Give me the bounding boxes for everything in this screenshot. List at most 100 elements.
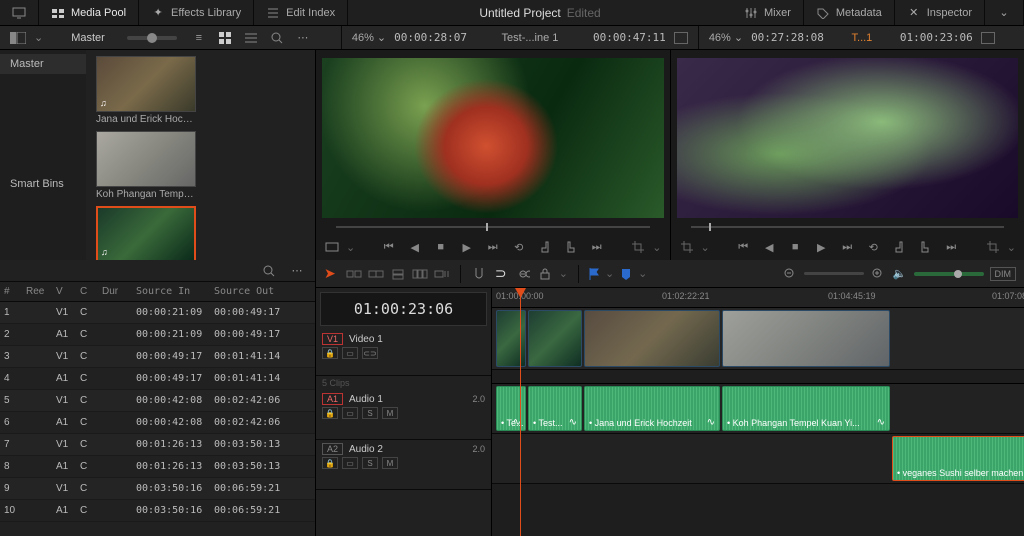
timeline-viewer-mode[interactable] [981, 32, 995, 44]
lock-button[interactable] [537, 266, 553, 282]
crop-button[interactable] [985, 239, 1001, 255]
audio-track-1[interactable]: • Te...∿ • Test...∿ • Jana und Erick Hoc… [492, 384, 1024, 434]
overwrite-edit-button[interactable] [368, 266, 384, 282]
razor-tool[interactable] [471, 266, 487, 282]
track-tag[interactable]: A1 [322, 393, 343, 405]
audio-clip[interactable]: • Jana und Erick Hochzeit∿ [584, 386, 720, 431]
list-view-button[interactable] [241, 29, 261, 47]
last-frame-button[interactable]: ⏭ [589, 239, 605, 255]
timeline-tracks[interactable]: 01:00:00:00 01:02:22:21 01:04:45:19 01:0… [492, 288, 1024, 536]
track-header-v1[interactable]: V1Video 1 🔒▭⊂⊃ [316, 330, 491, 376]
table-row[interactable]: 8A1C00:01:26:1300:03:50:13 [0, 456, 315, 478]
next-frame-button[interactable]: ⏭ [839, 239, 855, 255]
mute-button[interactable]: M [382, 407, 398, 419]
auto-select-button[interactable]: ▭ [342, 457, 358, 469]
clip-thumb[interactable]: ♫veganes Sushi selber ... [96, 206, 196, 260]
stop-button[interactable]: ■ [433, 239, 449, 255]
source-frame[interactable] [322, 58, 664, 218]
source-clip-name[interactable]: Test-...ine 1 [475, 32, 585, 44]
col-v[interactable]: V [52, 286, 76, 297]
solo-button[interactable]: S [362, 457, 378, 469]
track-tag[interactable]: A2 [322, 443, 343, 455]
more-button[interactable]: ⋯ [293, 29, 313, 47]
first-frame-button[interactable]: ⏮ [381, 239, 397, 255]
edit-index-tab[interactable]: Edit Index [254, 0, 348, 25]
crop-button[interactable] [679, 239, 695, 255]
play-button[interactable]: ▶ [459, 239, 475, 255]
video-clip[interactable] [528, 310, 582, 367]
media-pool-tab[interactable]: Media Pool [39, 0, 139, 25]
replace-edit-button[interactable] [390, 266, 406, 282]
fit-to-fill-button[interactable] [412, 266, 428, 282]
lock-icon[interactable]: 🔒 [322, 347, 338, 359]
col-num[interactable]: # [0, 286, 22, 297]
chevron-down-icon[interactable]: ⌄ [1007, 241, 1016, 254]
prev-frame-button[interactable]: ◀ [761, 239, 777, 255]
table-row[interactable]: 7V1C00:01:26:1300:03:50:13 [0, 434, 315, 456]
auto-select-button[interactable]: ▭ [342, 347, 358, 359]
table-row[interactable]: 9V1C00:03:50:1600:06:59:21 [0, 478, 315, 500]
audio-clip[interactable]: • Te...∿ [496, 386, 526, 431]
play-button[interactable]: ▶ [813, 239, 829, 255]
clip-thumb[interactable]: Koh Phangan Tempel... [96, 131, 196, 200]
bin-path[interactable]: Master [61, 30, 115, 46]
loop-button[interactable]: ⟲ [511, 239, 527, 255]
workspace-switcher[interactable] [0, 0, 39, 25]
col-reel[interactable]: Ree [22, 286, 52, 297]
mark-in-button[interactable] [891, 239, 907, 255]
first-frame-button[interactable]: ⏮ [735, 239, 751, 255]
video-clip[interactable] [496, 310, 526, 367]
lock-icon[interactable]: 🔒 [322, 457, 338, 469]
table-row[interactable]: 1V1C00:00:21:0900:00:49:17 [0, 302, 315, 324]
loop-button[interactable]: ⟲ [865, 239, 881, 255]
video-clip[interactable] [584, 310, 720, 367]
layout-toggle[interactable] [8, 29, 28, 47]
metadata-tab[interactable]: Metadata [804, 0, 895, 25]
table-row[interactable]: 4A1C00:00:49:1700:01:41:14 [0, 368, 315, 390]
col-dur[interactable]: Dur [98, 286, 132, 297]
mute-button[interactable]: M [382, 457, 398, 469]
mark-in-button[interactable] [537, 239, 553, 255]
table-row[interactable]: 5V1C00:00:42:0800:02:42:06 [0, 390, 315, 412]
col-source-out[interactable]: Source Out [210, 286, 288, 297]
thumbnail-size-slider[interactable] [127, 36, 177, 40]
volume-slider[interactable] [914, 272, 984, 276]
effects-library-tab[interactable]: ✦Effects Library [139, 0, 254, 25]
chevron-down-icon[interactable]: ⌄ [559, 267, 568, 280]
track-header-a1[interactable]: A1Audio 12.0 🔒▭SM [316, 390, 491, 440]
mark-out-button[interactable] [917, 239, 933, 255]
mute-button[interactable]: 🔈 [892, 266, 908, 282]
search-button[interactable] [267, 29, 287, 47]
sort-button[interactable]: ≡ [189, 29, 209, 47]
next-frame-button[interactable]: ⏭ [485, 239, 501, 255]
solo-button[interactable]: S [362, 407, 378, 419]
video-clip[interactable] [722, 310, 890, 367]
zoom-out-button[interactable] [782, 266, 798, 282]
lock-icon[interactable]: 🔒 [322, 407, 338, 419]
track-tag[interactable]: V1 [322, 333, 343, 345]
link-button[interactable]: ⊂⊃ [362, 347, 378, 359]
thumbnail-view-button[interactable] [215, 29, 235, 47]
audio-clip[interactable]: • Koh Phangan Tempel Kuan Yi...∿ [722, 386, 890, 431]
table-row[interactable]: 10A1C00:03:50:1600:06:59:21 [0, 500, 315, 522]
table-row[interactable]: 2A1C00:00:21:0900:00:49:17 [0, 324, 315, 346]
playhead[interactable] [520, 288, 521, 536]
match-frame-button[interactable] [324, 239, 340, 255]
video-track-1[interactable] [492, 308, 1024, 370]
auto-select-button[interactable]: ▭ [342, 407, 358, 419]
dim-button[interactable]: DIM [990, 267, 1017, 281]
audio-track-2[interactable]: • veganes Sushi selber machen k...∿ [492, 434, 1024, 484]
timeline-frame[interactable] [677, 58, 1019, 218]
zoom-slider[interactable] [804, 272, 864, 275]
col-c[interactable]: C [76, 286, 98, 297]
table-row[interactable]: 3V1C00:00:49:1700:01:41:14 [0, 346, 315, 368]
timeline-zoom[interactable]: 46% ⌄ [709, 31, 743, 44]
chevron-down-icon[interactable]: ⌄ [34, 31, 43, 44]
table-row[interactable]: 6A1C00:00:42:0800:02:42:06 [0, 412, 315, 434]
source-viewer-mode[interactable] [674, 32, 688, 44]
more-button[interactable]: ⋯ [287, 262, 307, 280]
mixer-tab[interactable]: Mixer [732, 0, 804, 25]
chevron-down-icon[interactable]: ⌄ [652, 241, 661, 254]
chevron-down-button[interactable]: ⌄ [985, 0, 1024, 25]
chevron-down-icon[interactable]: ⌄ [346, 241, 355, 254]
